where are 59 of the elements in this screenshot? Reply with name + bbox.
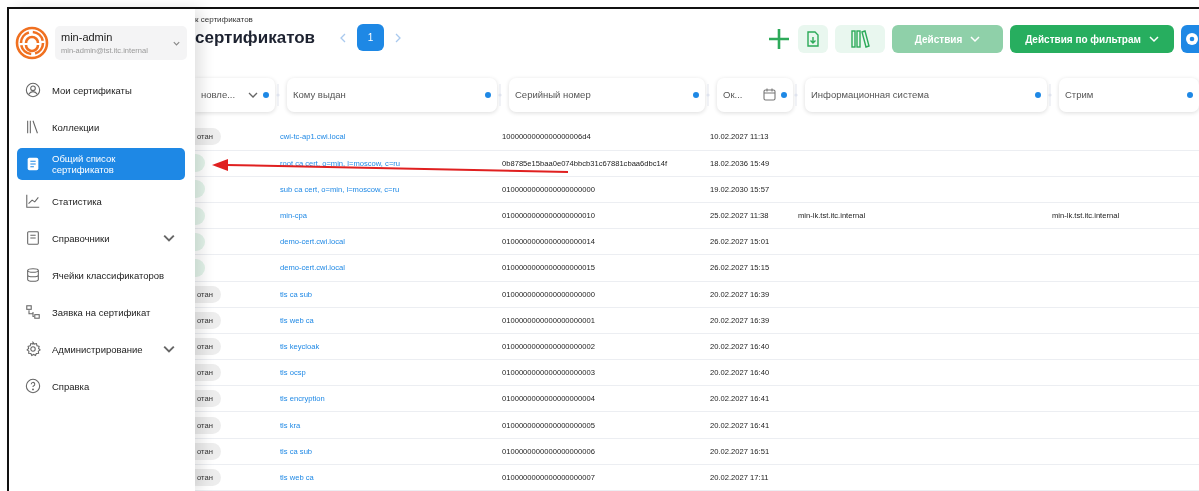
database-icon xyxy=(25,267,41,283)
file-download-icon xyxy=(806,31,820,47)
sort-indicator-icon[interactable] xyxy=(693,91,699,98)
sidebar-item[interactable]: Мои сертификаты xyxy=(17,74,185,106)
chevron-icon xyxy=(248,90,258,99)
sort-indicator-icon[interactable] xyxy=(263,91,269,98)
column-filter[interactable]: Ок... xyxy=(717,77,793,112)
status-badge xyxy=(195,180,205,199)
collections-button[interactable] xyxy=(835,25,885,53)
column-filter[interactable]: Информационная система xyxy=(805,77,1047,112)
books-icon xyxy=(850,29,870,49)
previous-page-icon[interactable] xyxy=(339,32,348,43)
sort-indicator-icon[interactable] xyxy=(485,91,491,98)
column-resize-handle[interactable] xyxy=(497,83,503,106)
breadcrumb[interactable]: к сертификатов xyxy=(195,15,316,24)
column-filter[interactable]: Серийный номер xyxy=(509,77,705,112)
sidebar-item[interactable]: Справка xyxy=(17,370,185,402)
column-resize-handle[interactable] xyxy=(1047,83,1053,106)
column-resize-handle[interactable] xyxy=(705,83,711,106)
status-badge xyxy=(195,258,205,277)
books-icon xyxy=(25,119,41,135)
sidebar-item[interactable]: Статистика xyxy=(17,185,185,217)
logo-icon xyxy=(15,26,49,60)
document-icon xyxy=(25,156,41,172)
chevron-icon xyxy=(970,35,981,43)
sidebar-item[interactable]: Справочники xyxy=(17,222,185,254)
chart-icon xyxy=(25,193,41,209)
help-icon xyxy=(25,378,41,394)
user-name: min-admin xyxy=(61,31,114,43)
page-title: сертификатов xyxy=(195,28,316,48)
chevron-icon xyxy=(1148,35,1159,43)
status-badge xyxy=(195,206,205,225)
sort-indicator-icon[interactable] xyxy=(781,91,787,98)
flow-icon xyxy=(25,304,41,320)
book-icon xyxy=(25,230,41,246)
column-filter[interactable]: Кому выдан xyxy=(287,77,497,112)
sidebar-item[interactable]: Заявка на сертификат xyxy=(17,296,185,328)
status-badge xyxy=(195,154,205,173)
user-icon xyxy=(25,82,41,98)
sidebar-item[interactable]: Общий список сертификатов xyxy=(17,148,185,180)
sidebar-item[interactable]: Коллекции xyxy=(17,111,185,143)
next-page-icon[interactable] xyxy=(394,32,403,43)
sort-indicator-icon[interactable] xyxy=(1035,91,1041,98)
sidebar-item[interactable]: Администрирование xyxy=(17,333,185,365)
add-icon[interactable] xyxy=(767,27,791,51)
column-resize-handle[interactable] xyxy=(275,83,281,106)
page-button[interactable]: 1 xyxy=(357,24,385,51)
sidebar-item[interactable]: Ячейки классификаторов xyxy=(17,259,185,291)
column-resize-handle[interactable] xyxy=(793,83,799,106)
calendar-icon[interactable] xyxy=(763,88,776,102)
settings-button[interactable] xyxy=(1181,25,1199,53)
actions-button[interactable]: Действия по фильтрам xyxy=(1010,25,1174,53)
download-button[interactable] xyxy=(798,25,828,53)
column-filter-select[interactable]: новле... xyxy=(195,77,275,112)
sort-indicator-icon[interactable] xyxy=(1187,91,1193,98)
status-badge xyxy=(195,232,205,251)
settings-icon xyxy=(1185,31,1199,47)
column-filter[interactable]: Стрим xyxy=(1059,77,1199,112)
settings-icon xyxy=(25,341,41,357)
